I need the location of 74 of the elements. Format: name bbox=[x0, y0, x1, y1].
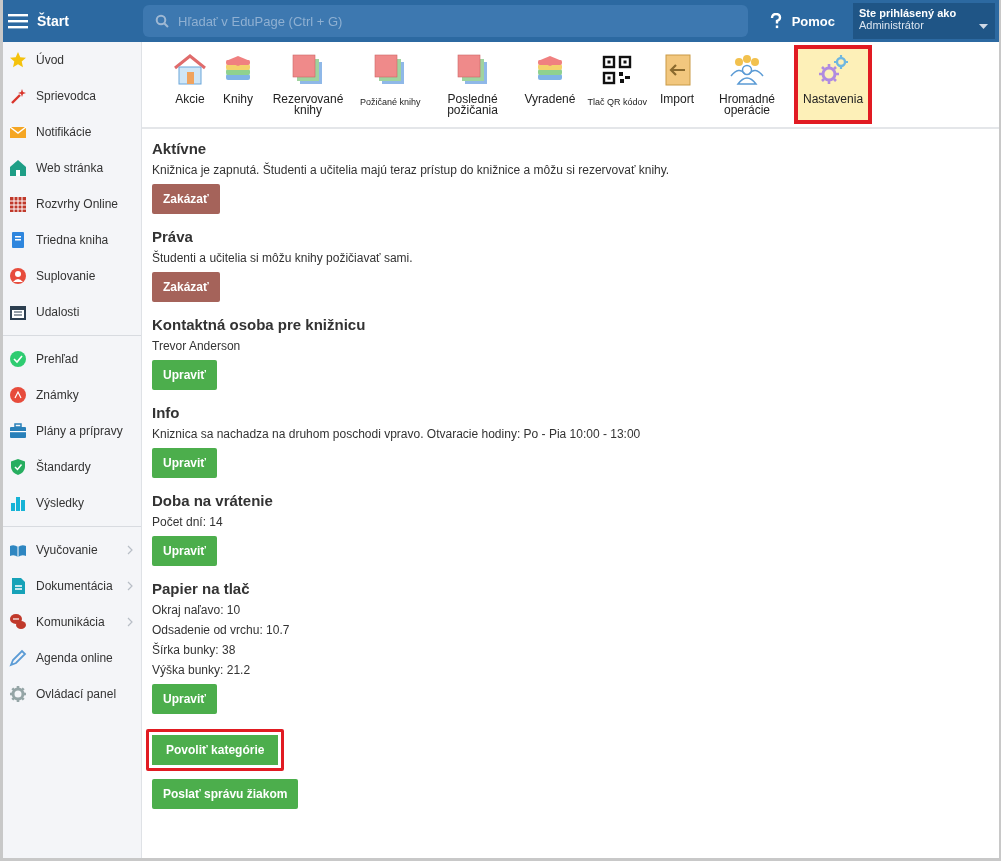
user-menu[interactable]: Ste prihlásený ako Administrátor bbox=[853, 3, 995, 39]
section-heading: Práva bbox=[152, 228, 193, 245]
section-text: Trevor Anderson bbox=[152, 339, 241, 353]
sidebar-item[interactable]: Plány a prípravy bbox=[3, 413, 141, 449]
section-text: Šírka bunky: 38 bbox=[152, 643, 236, 657]
help-button[interactable]: Pomoc bbox=[761, 13, 853, 29]
sidebar-item[interactable]: Agenda online bbox=[3, 640, 141, 676]
person-icon bbox=[9, 267, 27, 285]
shield-icon bbox=[9, 458, 27, 476]
sidebar-item[interactable]: Štandardy bbox=[3, 449, 141, 485]
toolbar-tab[interactable]: Hromadné operácie bbox=[702, 45, 792, 124]
section-heading: Kontaktná osoba pre knižnicu bbox=[152, 316, 366, 333]
calendar-icon bbox=[9, 303, 27, 321]
sidebar-item[interactable]: Suplovanie bbox=[3, 258, 141, 294]
house-icon bbox=[9, 159, 27, 177]
caret-icon bbox=[979, 24, 988, 29]
section-text: Okraj naľavo: 10 bbox=[152, 603, 241, 617]
document-icon bbox=[9, 577, 27, 595]
section-text: Odsadenie od vrchu: 10.7 bbox=[152, 623, 290, 637]
wand-icon bbox=[9, 87, 27, 105]
gear-icon bbox=[9, 685, 27, 703]
sidebar-item[interactable]: Výsledky bbox=[3, 485, 141, 521]
menu-icon bbox=[8, 13, 28, 29]
section-heading: Doba na vrátenie bbox=[152, 492, 273, 509]
section-heading: Papier na tlač bbox=[152, 580, 250, 597]
briefcase-icon bbox=[9, 422, 27, 440]
toolbar-tab[interactable]: Požičané knihy bbox=[355, 45, 426, 124]
user-name: Administrátor bbox=[859, 19, 924, 31]
section-text: Kniznica sa nachadza na druhom poschodi vpravo. Otvaracie hodiny: Po - Pia 10:00 - 13:00 bbox=[152, 427, 641, 441]
sidebar-item[interactable]: Komunikácia bbox=[3, 604, 141, 640]
section-text: Výška bunky: 21.2 bbox=[152, 663, 251, 677]
section-text: Knižnica je zapnutá. Študenti a učitelia majú teraz prístup do knižnice a môžu si rezervovať knihy. bbox=[152, 163, 670, 177]
section-text: Študenti a učitelia si môžu knihy požičiavať sami. bbox=[152, 251, 413, 265]
pencil-icon bbox=[9, 649, 27, 667]
sidebar-item[interactable]: Vyučovanie bbox=[3, 532, 141, 568]
sidebar-item[interactable]: Notifikácie bbox=[3, 114, 141, 150]
sidebar-item[interactable]: Dokumentácia bbox=[3, 568, 141, 604]
toolbar-tab[interactable]: Nastavenia bbox=[794, 45, 873, 124]
toolbar-tab[interactable]: Rezervované knihy bbox=[263, 45, 353, 124]
grade-circle-icon bbox=[9, 386, 27, 404]
toolbar-tab[interactable]: Vyradené bbox=[519, 45, 581, 124]
search-icon bbox=[155, 14, 169, 28]
notebook-icon bbox=[9, 231, 27, 249]
sidebar-item[interactable]: Známky bbox=[3, 377, 141, 413]
toolbar-tab[interactable]: Knihy bbox=[215, 45, 261, 124]
house-icon bbox=[172, 52, 208, 88]
sidebar-item[interactable]: Web stránka bbox=[3, 150, 141, 186]
toolbar-tab[interactable]: Posledné požičania bbox=[427, 45, 518, 124]
bar-chart-icon bbox=[9, 494, 27, 512]
user-label: Ste prihlásený ako bbox=[859, 7, 957, 19]
toolbar-tab[interactable]: Import bbox=[654, 45, 700, 124]
chat-bubbles-icon bbox=[9, 613, 27, 631]
sidebar-item[interactable]: Udalosti bbox=[3, 294, 141, 330]
calendar-grid-icon bbox=[9, 195, 27, 213]
question-icon bbox=[769, 13, 782, 29]
sidebar-item[interactable]: Triedna kniha bbox=[3, 222, 141, 258]
people-group-icon bbox=[729, 52, 765, 88]
section-text: Počet dní: 14 bbox=[152, 515, 223, 529]
search-field[interactable]: Hľadať v EduPage (Ctrl + G) bbox=[143, 5, 748, 37]
sidebar-item[interactable]: Prehľad bbox=[3, 341, 141, 377]
section-heading: Aktívne bbox=[152, 140, 207, 157]
sidebar-item[interactable]: Ovládací panel bbox=[3, 676, 141, 712]
action-button[interactable]: Zakázať bbox=[152, 272, 220, 302]
toolbar-tab[interactable]: Tlač QR kódov bbox=[582, 45, 652, 124]
home-link[interactable]: Štart bbox=[37, 13, 69, 29]
sidebar-item[interactable]: Úvod bbox=[3, 42, 141, 78]
check-circle-icon bbox=[9, 350, 27, 368]
toolbar-tab[interactable]: Akcie bbox=[167, 45, 213, 124]
section-heading: Info bbox=[152, 404, 180, 421]
action-button[interactable]: Zakázať bbox=[152, 184, 220, 214]
sidebar-item[interactable]: Sprievodca bbox=[3, 78, 141, 114]
sidebar-item[interactable]: Rozvrhy Online bbox=[3, 186, 141, 222]
menu-button[interactable]: Štart bbox=[3, 13, 143, 29]
star-icon bbox=[9, 51, 27, 69]
